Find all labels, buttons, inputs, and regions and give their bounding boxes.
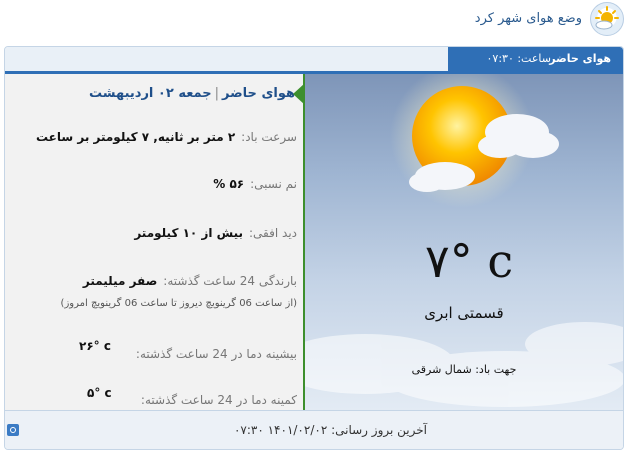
precipitation-note: (از ساعت 06 گرینویچ دیروز تا ساعت 06 گری…	[60, 298, 297, 309]
tab-current-weather[interactable]: هوای حاضر ساعت: ۰۷:۳۰	[448, 47, 623, 71]
weather-illustration: ۷° c قسمتی ابری جهت باد: شمال شرقی	[305, 74, 623, 410]
min-temp-label: کمینه دما در 24 ساعت گذشته:	[140, 393, 297, 407]
tab-bar: هوای حاضر ساعت: ۰۷:۳۰	[5, 47, 623, 74]
weather-logo-icon	[590, 2, 624, 36]
current-temperature: ۷° c	[425, 234, 514, 288]
precipitation-value: صفر میلیمتر	[82, 274, 158, 288]
weather-details: هوای حاضر|جمعه ۰۲ اردیبهشت سرعت باد: ۲ مت…	[5, 74, 305, 410]
visibility-label: دید افقی:	[249, 226, 297, 240]
page-title: وضع هوای شهر کرد	[474, 11, 582, 26]
wind-direction: جهت باد: شمال شرقی	[411, 363, 517, 376]
humidity-value: ۵۶ %	[213, 177, 245, 191]
footer: آخرین بروز رسانی: ۱۴۰۱/۰۲/۰۲ ۰۷:۳۰	[5, 410, 623, 449]
humidity-label: نم نسبی:	[250, 177, 297, 191]
tab-current-label: هوای حاضر	[549, 52, 611, 65]
heading-title: هوای حاضر	[222, 86, 295, 101]
tab-time: ساعت: ۰۷:۳۰	[486, 52, 551, 65]
weather-panel: هوای حاضر ساعت: ۰۷:۳۰ هوای حاضر|جمعه ۰۲ …	[4, 46, 624, 450]
wind-speed-row: سرعت باد: ۲ متر بر ثانیه, ۷ کیلومتر بر سا…	[36, 130, 297, 144]
visibility-row: دید افقی: بیش از ۱۰ کیلومتر	[134, 226, 297, 240]
precipitation-label: بارندگی 24 ساعت گذشته:	[163, 274, 297, 288]
weather-condition: قسمتی ابری	[424, 304, 504, 322]
last-update: آخرین بروز رسانی: ۱۴۰۱/۰۲/۰۲ ۰۷:۳۰	[233, 423, 427, 437]
pointer-arrow-icon	[293, 83, 305, 105]
precipitation-row: بارندگی 24 ساعت گذشته: صفر میلیمتر	[83, 274, 297, 288]
min-temp-value: ۵° c	[87, 386, 112, 400]
page-header: وضع هوای شهر کرد	[0, 0, 628, 40]
heading-date: جمعه ۰۲ اردیبهشت	[89, 86, 212, 101]
heading-separator: |	[214, 86, 220, 101]
visibility-value: بیش از ۱۰ کیلومتر	[134, 226, 244, 240]
refresh-icon[interactable]	[7, 424, 19, 436]
humidity-row: نم نسبی: ۵۶ %	[213, 177, 297, 191]
wind-speed-value: ۲ متر بر ثانیه, ۷ کیلومتر بر ساعت	[35, 130, 236, 144]
max-temp-label: بیشینه دما در 24 ساعت گذشته:	[135, 347, 297, 361]
details-heading: هوای حاضر|جمعه ۰۲ اردیبهشت	[89, 86, 295, 101]
wind-speed-label: سرعت باد:	[241, 130, 297, 144]
max-temp-value: ۲۶° c	[79, 339, 111, 353]
